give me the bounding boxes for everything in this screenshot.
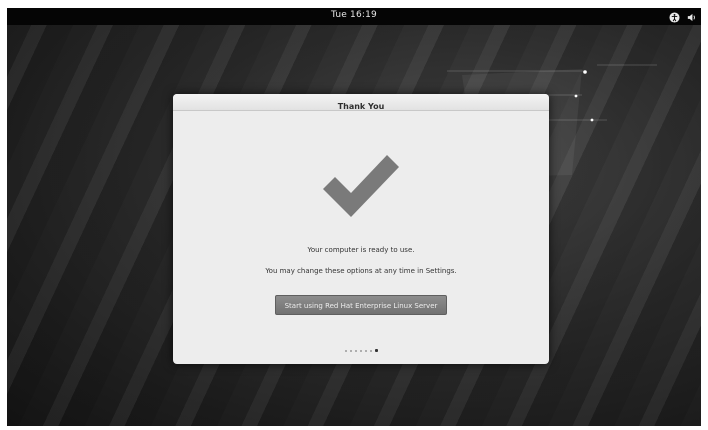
clock[interactable]: Tue 16:19 bbox=[7, 10, 701, 20]
checkmark-icon bbox=[323, 155, 399, 217]
page-dot-active bbox=[374, 349, 378, 352]
setup-dialog: Thank You Your computer is ready to use.… bbox=[173, 94, 549, 364]
desktop-screen: Tue 16:19 Thank You Your computer is rea… bbox=[7, 8, 701, 426]
top-bar: Tue 16:19 bbox=[7, 8, 701, 25]
ready-message: Your computer is ready to use. bbox=[307, 246, 415, 254]
settings-message: You may change these options at any time… bbox=[265, 267, 457, 275]
system-tray[interactable] bbox=[669, 11, 697, 23]
dialog-title: Thank You bbox=[337, 102, 385, 111]
page-dot bbox=[359, 349, 362, 352]
page-dot bbox=[349, 349, 352, 352]
start-using-button[interactable]: Start using Red Hat Enterprise Linux Ser… bbox=[275, 295, 447, 315]
volume-icon[interactable] bbox=[686, 12, 697, 23]
accessibility-icon[interactable] bbox=[669, 11, 680, 23]
page-dot bbox=[369, 349, 372, 352]
page-dot bbox=[344, 349, 347, 352]
page-indicator bbox=[173, 349, 549, 352]
dialog-header: Thank You bbox=[173, 94, 549, 111]
page-dot bbox=[354, 349, 357, 352]
page-dot bbox=[364, 349, 367, 352]
